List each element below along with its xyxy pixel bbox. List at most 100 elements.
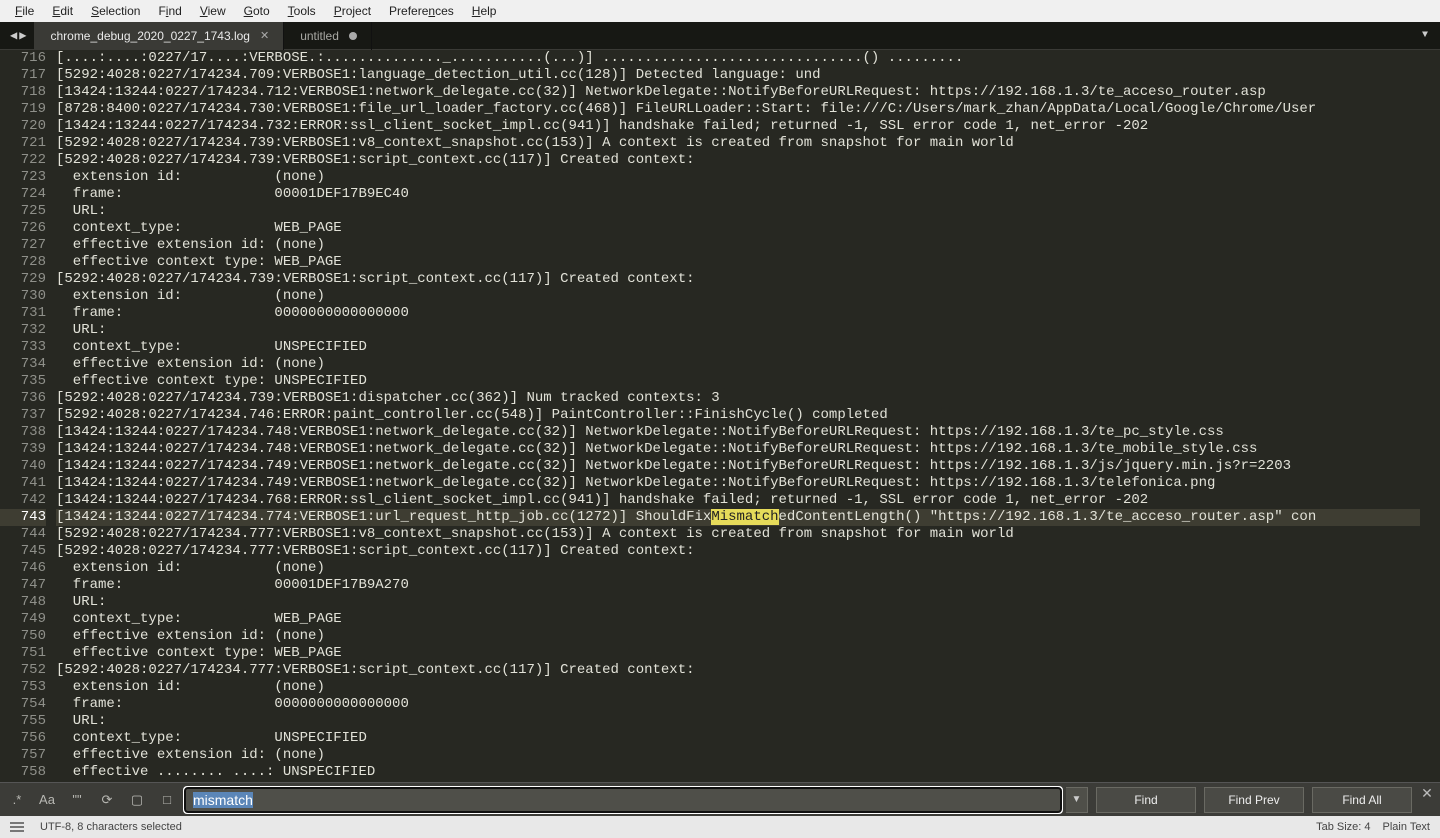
code-line[interactable]: [13424:13244:0227/174234.774:VERBOSE1:ur… xyxy=(56,509,1420,526)
line-number: 730 xyxy=(0,288,46,305)
line-number: 753 xyxy=(0,679,46,696)
menu-project[interactable]: Project xyxy=(325,2,380,20)
panel-switcher-icon[interactable] xyxy=(10,826,24,828)
tab-back-icon[interactable]: ◀ xyxy=(10,28,17,43)
menu-tools[interactable]: Tools xyxy=(279,2,325,20)
code-line[interactable]: effective extension id: (none) xyxy=(56,237,1420,254)
line-number: 718 xyxy=(0,84,46,101)
line-number: 733 xyxy=(0,339,46,356)
line-number: 750 xyxy=(0,628,46,645)
line-gutter: 7167177187197207217227237247257267277287… xyxy=(0,50,56,782)
code-line[interactable]: effective context type: WEB_PAGE xyxy=(56,254,1420,271)
code-line[interactable]: effective extension id: (none) xyxy=(56,747,1420,764)
menu-help[interactable]: Help xyxy=(463,2,506,20)
code-line[interactable]: context_type: WEB_PAGE xyxy=(56,220,1420,237)
code-line[interactable]: [5292:4028:0227/174234.739:VERBOSE1:v8_c… xyxy=(56,135,1420,152)
code-line[interactable]: [5292:4028:0227/174234.739:VERBOSE1:scri… xyxy=(56,271,1420,288)
line-number: 735 xyxy=(0,373,46,390)
code-line[interactable]: effective context type: WEB_PAGE xyxy=(56,645,1420,662)
code-line[interactable]: URL: xyxy=(56,713,1420,730)
menu-view[interactable]: View xyxy=(191,2,235,20)
menu-file[interactable]: File xyxy=(6,2,43,20)
code-line[interactable]: extension id: (none) xyxy=(56,679,1420,696)
menu-goto[interactable]: Goto xyxy=(235,2,279,20)
status-syntax[interactable]: Plain Text xyxy=(1383,821,1431,833)
code-line[interactable]: context_type: UNSPECIFIED xyxy=(56,730,1420,747)
find-highlight-toggle[interactable]: □ xyxy=(154,787,180,813)
line-number: 752 xyxy=(0,662,46,679)
code-line[interactable]: [13424:13244:0227/174234.732:ERROR:ssl_c… xyxy=(56,118,1420,135)
code-line[interactable]: [5292:4028:0227/174234.739:VERBOSE1:disp… xyxy=(56,390,1420,407)
find-history-dropdown-icon[interactable]: ▼ xyxy=(1066,787,1088,813)
menu-find[interactable]: Find xyxy=(149,2,190,20)
code-line[interactable]: [5292:4028:0227/174234.777:VERBOSE1:scri… xyxy=(56,543,1420,560)
code-line[interactable]: extension id: (none) xyxy=(56,560,1420,577)
code-line[interactable]: [13424:13244:0227/174234.748:VERBOSE1:ne… xyxy=(56,441,1420,458)
status-tabsize[interactable]: Tab Size: 4 xyxy=(1316,821,1370,833)
code-line[interactable]: [5292:4028:0227/174234.777:VERBOSE1:scri… xyxy=(56,662,1420,679)
find-wrap-toggle[interactable]: ⟳ xyxy=(94,787,120,813)
find-bar: .* Aa "" ⟳ ▢ □ ▼ Find Find Prev Find All… xyxy=(0,782,1440,816)
line-number: 731 xyxy=(0,305,46,322)
line-number: 740 xyxy=(0,458,46,475)
code-line[interactable]: [5292:4028:0227/174234.746:ERROR:paint_c… xyxy=(56,407,1420,424)
code-line[interactable]: [13424:13244:0227/174234.712:VERBOSE1:ne… xyxy=(56,84,1420,101)
line-number: 745 xyxy=(0,543,46,560)
line-number: 720 xyxy=(0,118,46,135)
line-number: 748 xyxy=(0,594,46,611)
find-prev-button[interactable]: Find Prev xyxy=(1204,787,1304,813)
code-line[interactable]: context_type: UNSPECIFIED xyxy=(56,339,1420,356)
code-line[interactable]: effective ........ ....: UNSPECIFIED xyxy=(56,764,1420,781)
line-number: 736 xyxy=(0,390,46,407)
code-line[interactable]: [13424:13244:0227/174234.749:VERBOSE1:ne… xyxy=(56,475,1420,492)
code-view[interactable]: [....:....:0227/17....:VERBOSE.:........… xyxy=(56,50,1420,782)
code-line[interactable]: extension id: (none) xyxy=(56,169,1420,186)
line-number: 758 xyxy=(0,764,46,781)
status-left[interactable]: UTF-8, 8 characters selected xyxy=(40,821,182,833)
code-line[interactable]: frame: 00001DEF17B9EC40 xyxy=(56,186,1420,203)
tab-forward-icon[interactable]: ▶ xyxy=(19,28,26,43)
code-line[interactable]: effective extension id: (none) xyxy=(56,628,1420,645)
find-button[interactable]: Find xyxy=(1096,787,1196,813)
menu-selection[interactable]: Selection xyxy=(82,2,149,20)
tab-dropdown-icon[interactable]: ▼ xyxy=(1410,30,1440,41)
code-line[interactable]: effective extension id: (none) xyxy=(56,356,1420,373)
code-line[interactable]: URL: xyxy=(56,594,1420,611)
line-number: 726 xyxy=(0,220,46,237)
find-wholeword-toggle[interactable]: "" xyxy=(64,787,90,813)
line-number: 739 xyxy=(0,441,46,458)
code-line[interactable]: [13424:13244:0227/174234.749:VERBOSE1:ne… xyxy=(56,458,1420,475)
find-inselection-toggle[interactable]: ▢ xyxy=(124,787,150,813)
code-line[interactable]: [13424:13244:0227/174234.768:ERROR:ssl_c… xyxy=(56,492,1420,509)
find-all-button[interactable]: Find All xyxy=(1312,787,1412,813)
menu-preferences[interactable]: Preferences xyxy=(380,2,463,20)
code-line[interactable]: frame: 00001DEF17B9A270 xyxy=(56,577,1420,594)
find-case-toggle[interactable]: Aa xyxy=(34,787,60,813)
line-number: 754 xyxy=(0,696,46,713)
search-highlight: Mismatch xyxy=(711,509,778,525)
line-number: 755 xyxy=(0,713,46,730)
code-line[interactable]: [5292:4028:0227/174234.777:VERBOSE1:v8_c… xyxy=(56,526,1420,543)
code-line[interactable]: context_type: WEB_PAGE xyxy=(56,611,1420,628)
code-line[interactable]: [5292:4028:0227/174234.709:VERBOSE1:lang… xyxy=(56,67,1420,84)
code-line[interactable]: [5292:4028:0227/174234.739:VERBOSE1:scri… xyxy=(56,152,1420,169)
dirty-indicator-icon xyxy=(349,32,357,40)
find-close-icon[interactable]: ✕ xyxy=(1416,785,1438,802)
code-line[interactable]: frame: 0000000000000000 xyxy=(56,305,1420,322)
code-line[interactable]: [8728:8400:0227/174234.730:VERBOSE1:file… xyxy=(56,101,1420,118)
code-line[interactable]: URL: xyxy=(56,322,1420,339)
find-input[interactable] xyxy=(184,787,1062,813)
line-number: 743 xyxy=(0,509,46,526)
code-line[interactable]: [13424:13244:0227/174234.748:VERBOSE1:ne… xyxy=(56,424,1420,441)
code-line[interactable]: [....:....:0227/17....:VERBOSE.:........… xyxy=(56,50,1420,67)
code-line[interactable]: effective context type: UNSPECIFIED xyxy=(56,373,1420,390)
tab-1[interactable]: untitled xyxy=(284,22,372,50)
tab-0[interactable]: chrome_debug_2020_0227_1743.log ✕ xyxy=(34,22,284,50)
code-line[interactable]: extension id: (none) xyxy=(56,288,1420,305)
code-line[interactable]: frame: 0000000000000000 xyxy=(56,696,1420,713)
find-regex-toggle[interactable]: .* xyxy=(4,787,30,813)
minimap[interactable] xyxy=(1420,50,1440,782)
code-line[interactable]: URL: xyxy=(56,203,1420,220)
menu-edit[interactable]: Edit xyxy=(43,2,82,20)
close-icon[interactable]: ✕ xyxy=(260,29,269,42)
